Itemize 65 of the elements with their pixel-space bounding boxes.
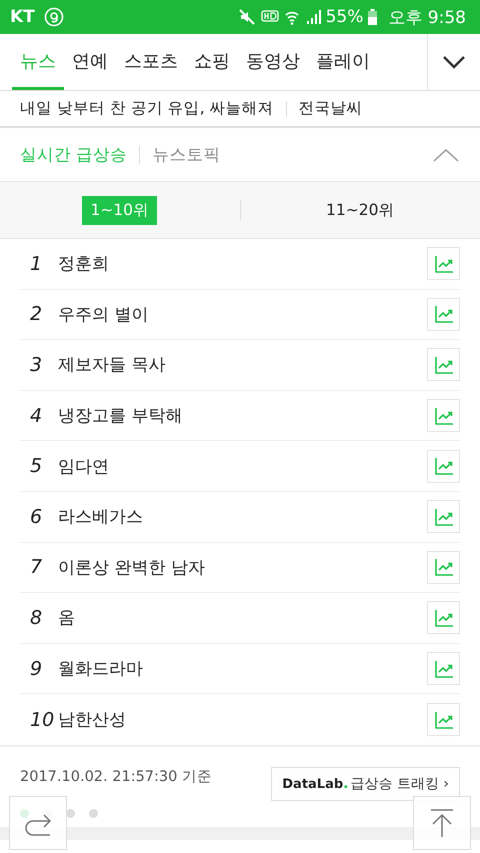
keyword-link[interactable]: 남한산성 [58,708,427,732]
clock: 오후 9:58 [388,6,466,28]
rank-number: 3 [29,354,44,376]
wifi-icon [284,9,300,25]
keyword-link[interactable]: 이론상 완벽한 남자 [58,556,427,579]
trend-chart-icon [434,660,454,678]
keyword-link[interactable]: 임다연 [58,454,427,478]
trend-chart-icon [434,558,454,576]
trend-chart-button[interactable] [427,601,460,634]
trend-chart-button[interactable] [427,450,460,483]
trend-chart-button[interactable] [427,247,460,280]
trend-chart-button[interactable] [427,652,460,686]
rank-number: 7 [29,556,44,578]
trend-chart-button[interactable] [427,550,460,584]
trend-chart-icon [434,457,454,476]
range-tab[interactable]: 11~20위 [318,196,402,224]
rank-number: 2 [29,303,44,326]
timestamp: 2017.10.02. 21:57:30 기준 [20,768,212,786]
chevron-down-icon [442,55,466,69]
mute-icon [238,8,256,26]
arrow-up-icon [429,808,455,838]
category-tab[interactable]: 동영상 [238,34,308,90]
section-tab[interactable]: 뉴스토픽 [152,144,220,166]
hd-icon [260,10,279,24]
carousel-dot[interactable] [89,808,98,818]
share-button[interactable] [9,796,67,850]
trend-chart-icon [434,508,454,526]
battery-percent: 55% [326,7,364,27]
trend-chart-icon [434,406,454,425]
keyword-link[interactable]: 냉장고를 부탁해 [58,404,427,428]
rank-number: 1 [29,252,44,275]
headline-link[interactable]: 내일 낮부터 찬 공기 유입, 싸늘해져 [20,98,274,119]
rank-number: 10 [29,708,56,731]
g-circle-icon [44,7,64,27]
rank-number: 6 [29,506,44,528]
rank-number: 5 [29,455,44,478]
category-tab[interactable]: 플레이 [308,34,378,90]
trend-chart-icon [434,305,454,324]
trend-chart-button[interactable] [427,298,460,331]
category-tab[interactable]: 연예 [64,34,116,90]
rank-number: 9 [29,658,44,680]
keyword-link[interactable]: 제보자들 목사 [58,353,427,376]
trend-chart-button[interactable] [427,399,460,432]
trend-chart-icon [434,356,454,374]
keyword-link[interactable]: 정훈희 [58,252,427,276]
keyword-link[interactable]: 우주의 별이 [58,302,427,326]
battery-icon [368,9,378,25]
rank-number: 8 [29,606,44,629]
trend-chart-icon [434,710,454,729]
category-tab[interactable]: 스포츠 [116,34,186,90]
trend-chart-icon [434,608,454,627]
scroll-top-button[interactable] [413,796,471,850]
signal-icon [304,9,321,25]
category-tab[interactable]: 쇼핑 [186,34,238,90]
rank-number: 4 [29,404,44,427]
keyword-link[interactable]: 월화드라마 [58,657,427,680]
collapse-icon[interactable] [432,146,460,162]
carrier-label: KT [10,7,35,27]
trend-chart-icon [434,254,454,273]
keyword-link[interactable]: 라스베가스 [58,505,427,528]
trend-chart-button[interactable] [427,348,460,382]
trend-chart-button[interactable] [427,703,460,736]
weather-link[interactable]: 전국날씨 [298,98,363,119]
trend-chart-button[interactable] [427,500,460,534]
keyword-link[interactable]: 옴 [58,606,427,630]
